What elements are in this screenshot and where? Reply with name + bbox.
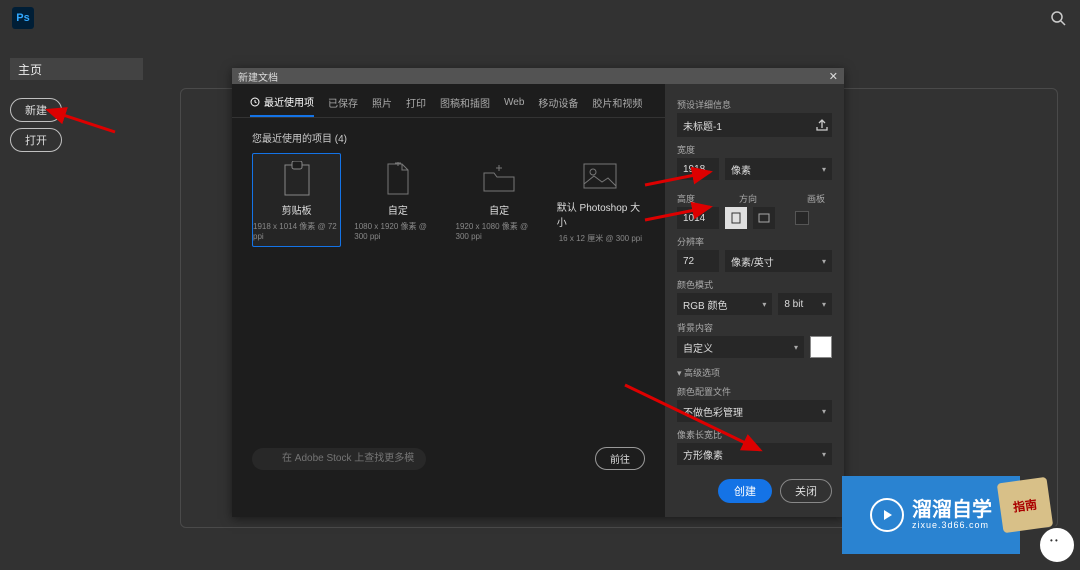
preset-details-panel: 预设详细信息 宽度 像素▾ 高度 方向 画板 <box>665 84 844 517</box>
resolution-unit-select[interactable]: 像素/英寸▾ <box>725 250 832 272</box>
chevron-down-icon: ▾ <box>822 300 826 309</box>
chevron-down-icon: ▾ <box>822 165 826 174</box>
chevron-down-icon: ▾ <box>762 300 766 309</box>
guide-badge: 指南 <box>997 477 1053 533</box>
color-profile-select[interactable]: 不做色彩管理▾ <box>677 400 832 422</box>
clipboard-icon <box>276 160 318 198</box>
preset-clipboard[interactable]: 剪贴板 1918 x 1014 像素 @ 72 ppi <box>252 153 341 247</box>
category-tabbar: 最近使用项 已保存 照片 打印 图稿和插图 Web 移动设备 胶片和视频 <box>232 84 665 118</box>
preset-name: 默认 Photoshop 大小 <box>557 199 644 229</box>
width-label: 宽度 <box>677 143 832 156</box>
tab-art[interactable]: 图稿和插图 <box>440 90 490 117</box>
bgcontent-select[interactable]: 自定义▾ <box>677 336 804 358</box>
preset-sub: 1920 x 1080 像素 @ 300 ppi <box>456 221 543 241</box>
create-button[interactable]: 创建 <box>718 479 772 503</box>
tab-print[interactable]: 打印 <box>406 90 426 117</box>
orientation-landscape[interactable] <box>753 207 775 229</box>
tab-label: 最近使用项 <box>264 94 314 109</box>
height-input[interactable] <box>677 207 719 229</box>
resolution-input[interactable] <box>677 250 719 272</box>
watermark-badge: 溜溜自学 zixue.3d66.com <box>842 476 1020 554</box>
tab-mobile[interactable]: 移动设备 <box>538 90 578 117</box>
image-icon <box>579 157 621 195</box>
watermark-brand: 溜溜自学 <box>912 500 992 520</box>
tab-web[interactable]: Web <box>504 90 524 117</box>
orientation-portrait[interactable] <box>725 207 747 229</box>
height-label: 高度 <box>677 192 719 205</box>
colormode-label: 颜色模式 <box>677 278 832 291</box>
colormode-select[interactable]: RGB 颜色▾ <box>677 293 772 315</box>
tab-saved[interactable]: 已保存 <box>328 90 358 117</box>
close-button[interactable]: 关闭 <box>780 479 832 503</box>
preset-name: 自定 <box>388 202 408 217</box>
pixel-aspect-label: 像素长宽比 <box>677 428 832 441</box>
preset-default[interactable]: 默认 Photoshop 大小 16 x 12 厘米 @ 300 ppi <box>556 153 645 247</box>
preset-name: 自定 <box>489 202 509 217</box>
preset-sub: 1080 x 1920 像素 @ 300 ppi <box>354 221 441 241</box>
dialog-left-panel: 最近使用项 已保存 照片 打印 图稿和插图 Web 移动设备 胶片和视频 您最近… <box>232 84 665 517</box>
stock-search-input[interactable] <box>252 448 426 470</box>
app-topbar: Ps <box>0 0 1080 36</box>
dialog-titlebar: 新建文档 ✕ <box>232 68 844 84</box>
artboard-checkbox[interactable] <box>795 211 809 225</box>
preset-sub: 16 x 12 厘米 @ 300 ppi <box>559 233 642 244</box>
bgcontent-label: 背景内容 <box>677 321 832 334</box>
chevron-down-icon: ▾ <box>794 343 798 352</box>
new-button[interactable]: 新建 <box>10 98 62 122</box>
close-icon[interactable]: ✕ <box>829 70 838 83</box>
chevron-down-icon: ▾ <box>822 257 826 266</box>
stock-go-button[interactable]: 前往 <box>595 447 645 470</box>
tab-film[interactable]: 胶片和视频 <box>592 90 642 117</box>
watermark-url: zixue.3d66.com <box>912 520 992 530</box>
home-button[interactable]: 主页 <box>10 58 143 80</box>
details-header: 预设详细信息 <box>677 98 832 111</box>
pixel-aspect-select[interactable]: 方形像素▾ <box>677 443 832 465</box>
chevron-down-icon: ▾ <box>822 407 826 416</box>
artboard-label: 画板 <box>807 192 825 205</box>
doc-name-input[interactable] <box>683 120 815 131</box>
ps-logo-icon: Ps <box>12 7 34 29</box>
orientation-label: 方向 <box>739 192 787 205</box>
play-icon <box>870 498 904 532</box>
open-button[interactable]: 打开 <box>10 128 62 152</box>
dialog-title: 新建文档 <box>238 69 278 84</box>
export-preset-icon[interactable] <box>815 118 829 132</box>
preset-custom-2[interactable]: 自定 1920 x 1080 像素 @ 300 ppi <box>455 153 544 247</box>
width-unit-select[interactable]: 像素▾ <box>725 158 832 180</box>
preset-custom-1[interactable]: 自定 1080 x 1920 像素 @ 300 ppi <box>353 153 442 247</box>
chevron-down-icon: ▾ <box>677 368 682 378</box>
clock-icon <box>250 97 260 107</box>
recent-heading: 您最近使用的项目 (4) <box>232 118 665 153</box>
preset-name: 剪贴板 <box>282 202 312 217</box>
bg-color-swatch[interactable] <box>810 336 832 358</box>
search-icon[interactable] <box>1050 10 1066 26</box>
folder-icon <box>478 160 520 198</box>
adobe-stock-bar: 前往 <box>252 447 645 470</box>
preset-sub: 1918 x 1014 像素 @ 72 ppi <box>253 221 340 241</box>
chevron-down-icon: ▾ <box>822 450 826 459</box>
tab-photo[interactable]: 照片 <box>372 90 392 117</box>
tab-recent[interactable]: 最近使用项 <box>250 90 314 117</box>
home-sidebar: 主页 新建 打开 <box>10 58 143 158</box>
color-profile-label: 颜色配置文件 <box>677 385 832 398</box>
width-input[interactable] <box>677 158 719 180</box>
new-document-dialog: 新建文档 ✕ 最近使用项 已保存 照片 打印 图稿和插图 Web 移动设备 胶片… <box>232 68 844 517</box>
advanced-toggle[interactable]: ▾ 高级选项 <box>677 366 832 379</box>
mascot-icon <box>1038 526 1076 564</box>
resolution-label: 分辨率 <box>677 235 832 248</box>
file-icon <box>377 160 419 198</box>
bitdepth-select[interactable]: 8 bit▾ <box>778 293 832 315</box>
preset-grid: 剪贴板 1918 x 1014 像素 @ 72 ppi 自定 1080 x 19… <box>232 153 665 247</box>
